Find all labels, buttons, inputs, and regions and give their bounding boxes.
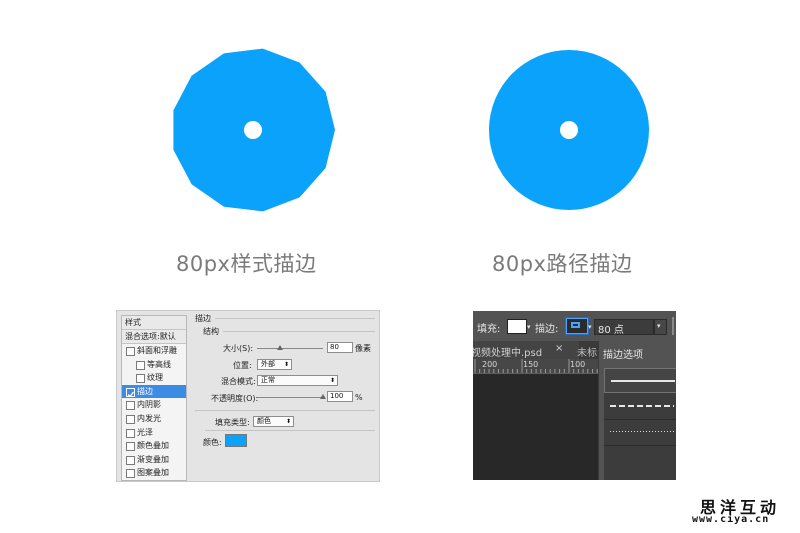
horizontal-ruler: 200 150 100 <box>473 359 601 374</box>
position-select[interactable]: 外部 ⬍ <box>257 359 292 370</box>
style-item-label: 内阴影 <box>137 400 161 410</box>
structure-title: 结构 <box>203 327 219 336</box>
style-item-label: 光泽 <box>137 427 153 437</box>
style-item-label: 图案叠加 <box>137 468 169 478</box>
opacity-label: 不透明度(O): <box>211 394 259 403</box>
stroke-style-solid[interactable] <box>604 368 676 393</box>
size-unit: 像素 <box>355 344 371 353</box>
size-slider-thumb[interactable] <box>277 345 284 350</box>
checkbox-icon[interactable] <box>136 374 145 384</box>
style-item[interactable]: 内阴影 <box>122 398 186 411</box>
style-item[interactable]: 渐变叠加 <box>122 453 186 466</box>
style-item-label: 内发光 <box>137 414 161 423</box>
stroke-color-swatch[interactable] <box>225 434 247 447</box>
style-item-label: 描边 <box>137 386 153 396</box>
shape-options-bar: 填充: ▾ 描边: ▾ 80 点 ▾ <box>473 311 676 341</box>
checkbox-icon[interactable] <box>126 469 135 479</box>
check-icon <box>127 391 135 398</box>
stroke-size-field[interactable]: 80 点 <box>594 319 654 336</box>
checkbox-icon[interactable] <box>126 415 135 424</box>
blend-mode-select[interactable]: 正常 ⬍ <box>257 375 338 386</box>
dotted-line-icon <box>610 431 674 432</box>
blend-mode-label: 混合模式: <box>221 377 256 386</box>
photoshop-workspace: 填充: ▾ 描边: ▾ 80 点 ▾ 视频处理中.psd × 未标 200 15… <box>473 311 676 480</box>
fill-type-select[interactable]: 颜色 ⬍ <box>253 416 294 427</box>
right-caption: 80px路径描边 <box>492 252 633 276</box>
checkbox-icon[interactable] <box>126 428 135 438</box>
style-item-label: 纹理 <box>147 373 163 383</box>
layer-style-dialog: 样式 混合选项:默认 斜面和浮雕 等高线 纹理 描边 内阴影 内发光 光泽 颜色叠加 渐变叠加图… <box>116 310 380 482</box>
stroke-label: 描边: <box>535 324 559 335</box>
stroke-settings: 描边 结构 大小(S): 80 像素 位置: 外部 ⬍ 混合模式: 正常 ⬍ 不透明… <box>189 313 379 477</box>
path-stroke-circle <box>489 50 649 210</box>
style-item[interactable]: 描边 <box>122 384 186 398</box>
stroke-options-popup: 描边选项 <box>598 341 676 480</box>
checkbox-icon[interactable] <box>126 347 135 356</box>
fill-type-label: 填充类型: <box>215 418 250 427</box>
style-list: 样式 混合选项:默认 斜面和浮雕等高线纹理描边内阴影内发光光泽颜色叠加渐变叠加图… <box>121 315 187 481</box>
ruler-label-2: 150 <box>523 360 539 369</box>
style-item[interactable]: 图案叠加 <box>122 466 186 479</box>
style-item[interactable]: 内发光 <box>122 412 186 425</box>
size-slider-track[interactable] <box>257 348 323 349</box>
tab-next[interactable]: 未标 <box>577 344 597 359</box>
checkbox-icon[interactable] <box>126 442 135 452</box>
blend-options-item[interactable]: 混合选项:默认 <box>122 330 186 344</box>
stroke-style-dashed[interactable] <box>604 394 676 420</box>
size-label: 大小(S): <box>223 344 254 353</box>
watermark-url: www.ciya.cn <box>692 514 770 525</box>
color-label: 颜色: <box>203 438 222 447</box>
left-caption: 80px样式描边 <box>176 252 317 276</box>
center-hole <box>560 121 578 139</box>
stroke-title: 描边 <box>195 314 211 323</box>
style-item-label: 渐变叠加 <box>137 454 169 464</box>
style-item[interactable]: 颜色叠加 <box>122 439 186 452</box>
position-label: 位置: <box>233 361 252 370</box>
style-item-label: 颜色叠加 <box>137 441 169 451</box>
dashed-line-icon <box>610 405 674 407</box>
style-list-header[interactable]: 样式 <box>122 316 186 330</box>
center-hole <box>244 121 262 139</box>
style-item-label: 等高线 <box>147 359 171 369</box>
checkbox-checked-icon[interactable] <box>126 387 135 398</box>
opacity-input[interactable]: 100 <box>327 391 353 402</box>
stroke-style-dotted[interactable] <box>604 420 676 446</box>
chevron-down-icon: ▾ <box>657 322 661 330</box>
canvas-area[interactable] <box>473 374 601 480</box>
fill-dropdown-icon[interactable]: ▾ <box>527 323 531 331</box>
chevron-down-icon: ⬍ <box>283 361 289 368</box>
size-input[interactable]: 80 <box>327 342 353 353</box>
ruler-label-3: 100 <box>570 360 586 369</box>
stroke-dropdown-icon[interactable]: ▾ <box>588 323 592 331</box>
fill-swatch[interactable] <box>507 319 527 334</box>
fill-label: 填充: <box>477 324 501 335</box>
style-item[interactable]: 纹理 <box>122 371 186 384</box>
stroke-style-list <box>604 368 676 480</box>
solid-line-icon <box>611 380 675 382</box>
checkbox-icon[interactable] <box>126 401 135 411</box>
ruler-label-1: 200 <box>482 360 498 369</box>
style-stroke-circle <box>173 48 335 212</box>
chevron-down-icon: ⬍ <box>329 377 335 384</box>
tab-active[interactable]: 视频处理中.psd × <box>473 341 579 359</box>
opacity-slider-thumb[interactable] <box>320 394 326 399</box>
close-icon[interactable]: × <box>555 343 563 354</box>
style-item[interactable]: 光泽 <box>122 426 186 439</box>
chevron-down-icon: ⬍ <box>285 418 291 425</box>
stroke-swatch[interactable] <box>566 318 588 334</box>
style-item[interactable]: 等高线 <box>122 358 186 371</box>
options-divider <box>672 317 674 335</box>
style-item-label: 斜面和浮雕 <box>137 346 177 355</box>
stroke-size-dropdown[interactable]: ▾ <box>654 319 667 335</box>
style-item[interactable]: 斜面和浮雕 <box>122 344 186 357</box>
stroke-swatch-icon <box>571 322 580 328</box>
opacity-unit: % <box>355 393 363 402</box>
stroke-options-header: 描边选项 <box>603 350 643 361</box>
opacity-slider-track[interactable] <box>257 397 323 398</box>
checkbox-icon[interactable] <box>136 360 145 370</box>
checkbox-icon[interactable] <box>126 455 135 465</box>
